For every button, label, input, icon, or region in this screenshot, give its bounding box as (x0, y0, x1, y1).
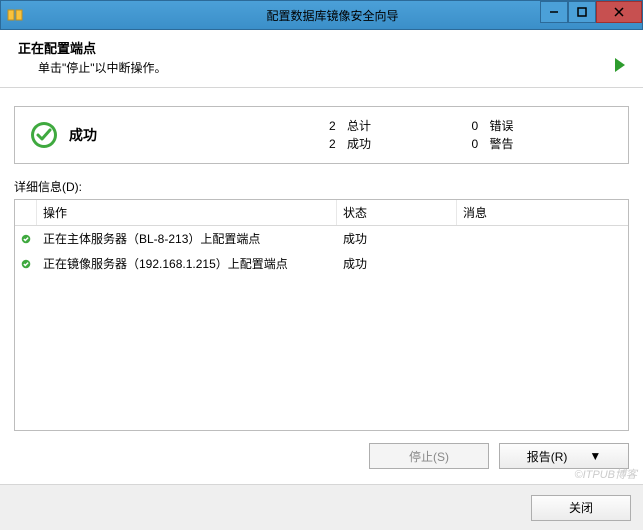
row-status: 成功 (337, 254, 457, 273)
stop-button-label: 停止(S) (409, 448, 449, 465)
table-row[interactable]: 正在主体服务器（BL-8-213）上配置端点成功 (15, 226, 628, 251)
row-message (457, 238, 628, 240)
row-operation: 正在主体服务器（BL-8-213）上配置端点 (37, 229, 337, 248)
details-label: 详细信息(D): (14, 178, 629, 195)
report-button-label: 报告(R) (527, 448, 568, 465)
success-label: 成功 (347, 135, 371, 153)
row-message (457, 263, 628, 265)
warning-count: 0 (472, 135, 490, 153)
page-title: 正在配置端点 (18, 38, 613, 57)
play-icon (613, 56, 627, 77)
col-icon[interactable] (15, 200, 37, 225)
table-row[interactable]: 正在镜像服务器（192.168.1.215）上配置端点成功 (15, 251, 628, 276)
col-status[interactable]: 状态 (337, 200, 457, 225)
row-status-icon (15, 256, 37, 272)
app-icon (7, 7, 23, 23)
close-window-button[interactable] (596, 1, 642, 23)
row-status-icon (15, 231, 37, 247)
close-button[interactable]: 关闭 (531, 495, 631, 521)
success-check-icon (29, 120, 59, 150)
total-label: 总计 (347, 117, 371, 135)
action-buttons: 停止(S) 报告(R) ▼ (14, 443, 629, 469)
row-operation: 正在镜像服务器（192.168.1.215）上配置端点 (37, 254, 337, 273)
col-operation[interactable]: 操作 (37, 200, 337, 225)
window-controls (540, 1, 642, 23)
total-count: 2 (329, 117, 347, 135)
close-button-label: 关闭 (569, 499, 593, 516)
minimize-button[interactable] (540, 1, 568, 23)
titlebar: 配置数据库镜像安全向导 (0, 0, 643, 30)
header: 正在配置端点 单击"停止"以中断操作。 (0, 30, 643, 83)
summary-box: 成功 2总计 2成功 0错误 0警告 (14, 106, 629, 164)
divider (0, 87, 643, 88)
maximize-button[interactable] (568, 1, 596, 23)
error-count: 0 (472, 117, 490, 135)
stop-button[interactable]: 停止(S) (369, 443, 489, 469)
page-subtitle: 单击"停止"以中断操作。 (38, 59, 613, 76)
row-status: 成功 (337, 229, 457, 248)
success-count: 2 (329, 135, 347, 153)
dropdown-arrow-icon: ▼ (589, 449, 601, 463)
footer: 关闭 (0, 484, 643, 530)
details-table: 操作 状态 消息 正在主体服务器（BL-8-213）上配置端点成功正在镜像服务器… (14, 199, 629, 431)
warning-label: 警告 (490, 135, 514, 153)
col-message[interactable]: 消息 (457, 200, 628, 225)
error-label: 错误 (490, 117, 514, 135)
table-header: 操作 状态 消息 (15, 200, 628, 226)
watermark: ©ITPUB博客 (575, 466, 638, 482)
summary-status: 成功 (69, 125, 329, 145)
